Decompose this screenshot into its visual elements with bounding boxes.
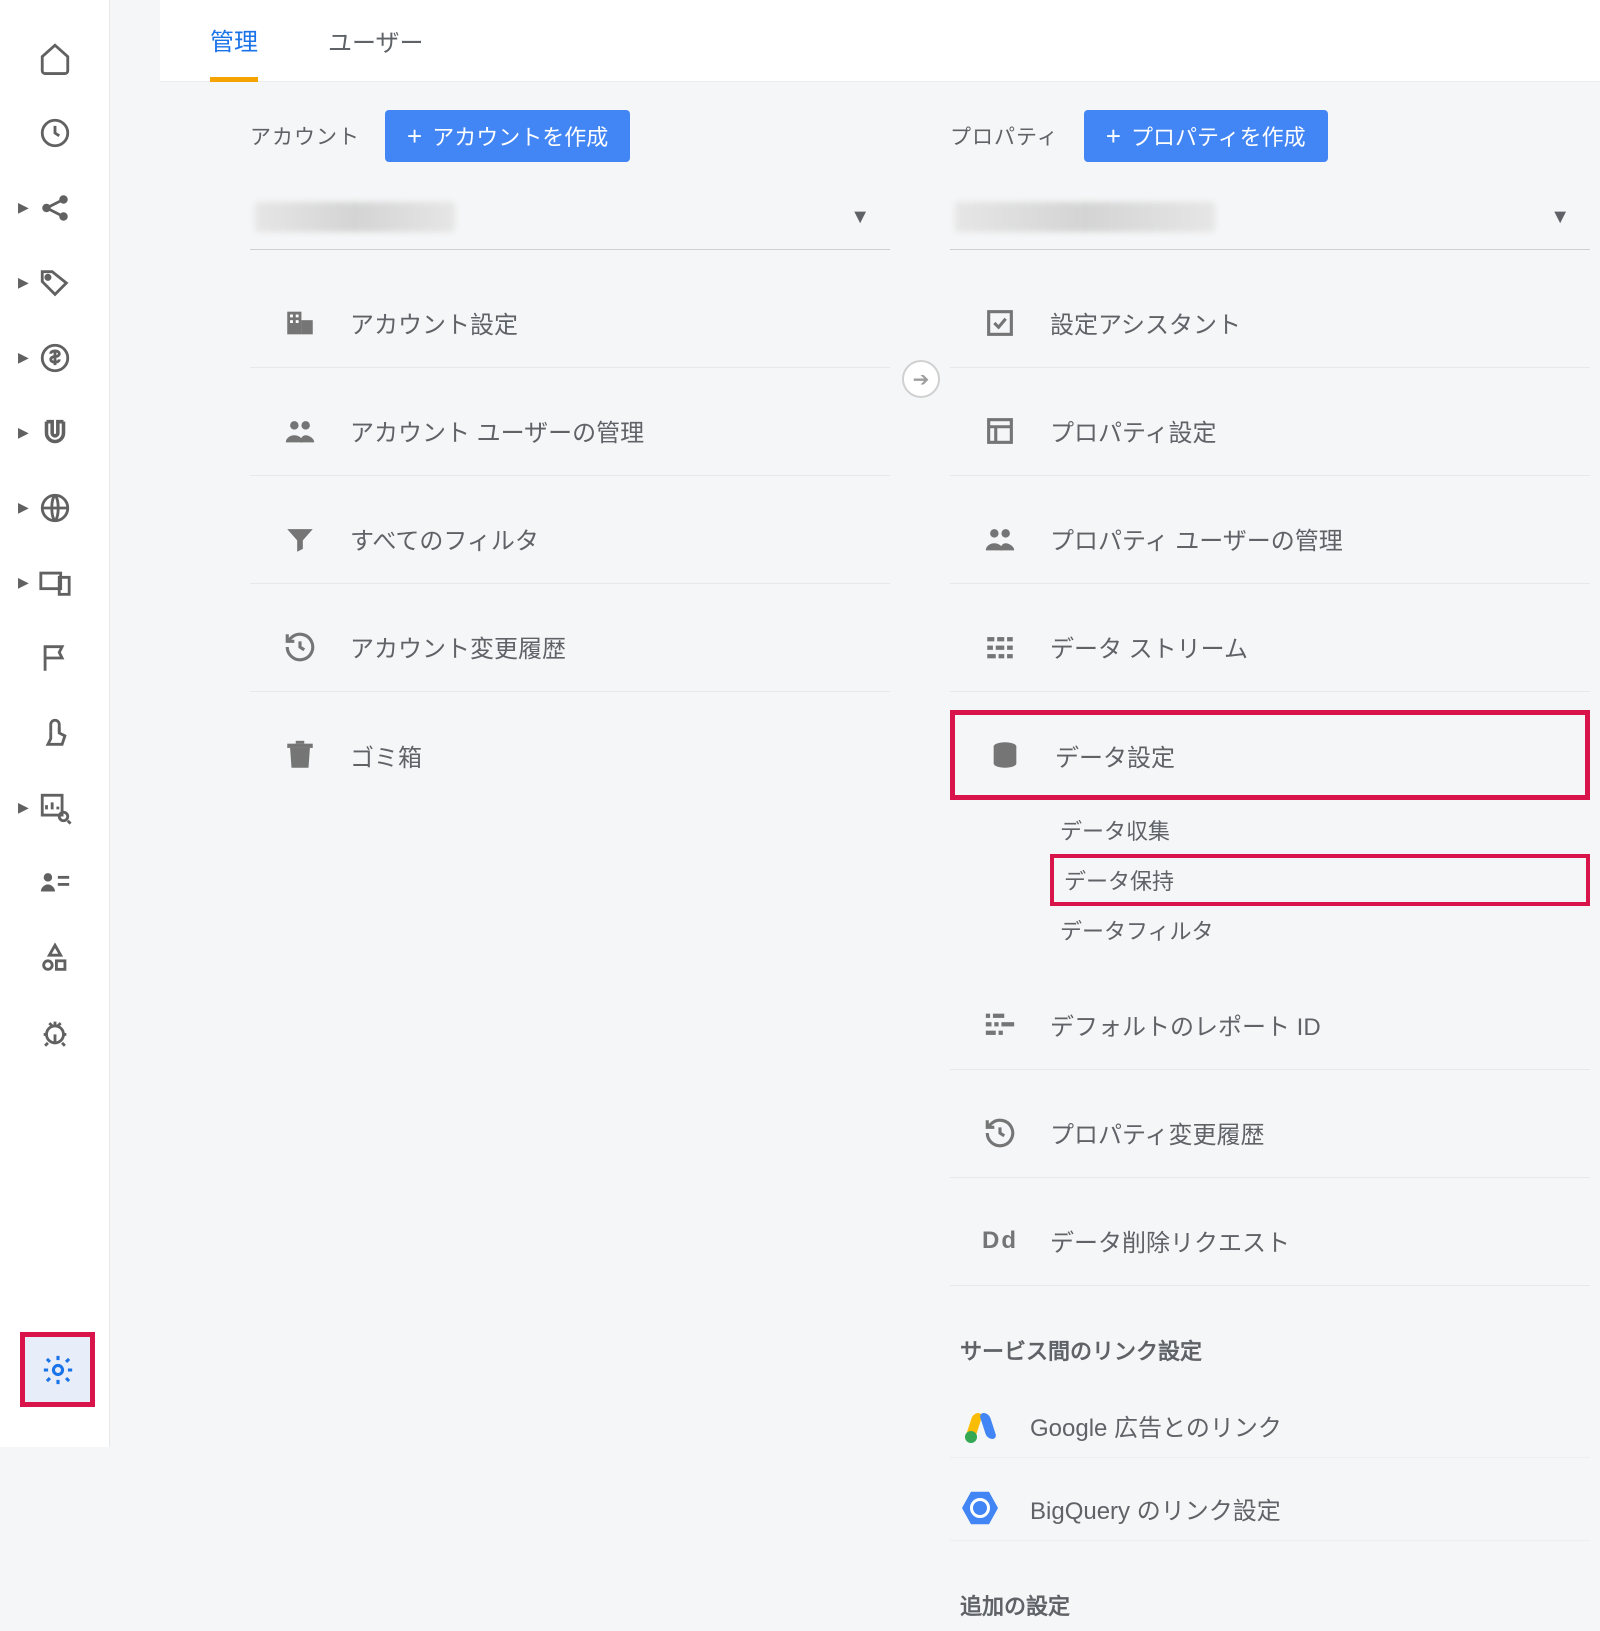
people-list-icon[interactable] — [0, 845, 109, 920]
stream-icon — [980, 630, 1020, 664]
property-assistant-label: 設定アシスタント — [1050, 305, 1241, 340]
property-data-settings-label: データ設定 — [1055, 738, 1175, 773]
dd-icon: Dd — [980, 1227, 1020, 1255]
property-delete-request-label: データ削除リクエスト — [1050, 1223, 1290, 1258]
account-name-blurred — [255, 202, 455, 232]
history-icon — [980, 1116, 1020, 1150]
caret-right-icon: ▶ — [18, 349, 29, 366]
create-account-label: アカウントを作成 — [432, 120, 608, 152]
property-report-id[interactable]: デフォルトのレポート ID — [950, 980, 1590, 1070]
account-user-mgmt-label: アカウント ユーザーの管理 — [350, 413, 644, 448]
column-divider-arrow-icon: ➔ — [902, 360, 940, 398]
account-header: アカウント + アカウントを作成 — [250, 110, 890, 162]
account-settings-label: アカウント設定 — [350, 305, 518, 340]
caret-right-icon: ▶ — [18, 499, 29, 516]
property-name-blurred — [955, 202, 1215, 232]
layout-icon — [980, 414, 1020, 448]
tab-user[interactable]: ユーザー — [328, 0, 424, 81]
property-delete-request[interactable]: Dd データ削除リクエスト — [950, 1196, 1590, 1286]
globe-icon[interactable]: ▶ — [0, 470, 109, 545]
property-data-streams-label: データ ストリーム — [1050, 629, 1248, 664]
account-settings[interactable]: アカウント設定 — [250, 278, 890, 368]
devices-icon[interactable]: ▶ — [0, 545, 109, 620]
property-settings-label: プロパティ設定 — [1050, 413, 1217, 448]
id-icon — [980, 1008, 1020, 1042]
bug-icon[interactable] — [0, 995, 109, 1070]
bigquery-link[interactable]: BigQuery のリンク設定 — [950, 1476, 1590, 1541]
property-settings[interactable]: プロパティ設定 — [950, 386, 1590, 476]
admin-columns: アカウント + アカウントを作成 ▼ アカウント設定 アカウント ユーザーの管理 — [250, 110, 1590, 1631]
caret-right-icon: ▶ — [18, 424, 29, 441]
checklist-icon — [980, 306, 1020, 340]
plus-icon: + — [1106, 123, 1121, 149]
shapes-icon[interactable] — [0, 920, 109, 995]
property-selector[interactable]: ▼ — [950, 185, 1590, 250]
people-icon — [280, 414, 320, 448]
account-trash-label: ゴミ箱 — [350, 738, 422, 773]
property-column-label: プロパティ — [950, 121, 1059, 151]
bigquery-link-label: BigQuery のリンク設定 — [1030, 1491, 1281, 1526]
caret-right-icon: ▶ — [18, 799, 29, 816]
flag-icon[interactable] — [0, 620, 109, 695]
account-filters-label: すべてのフィルタ — [350, 521, 539, 556]
sub-data-filter[interactable]: データフィルタ — [1050, 908, 1590, 952]
account-trash[interactable]: ゴミ箱 — [250, 710, 890, 800]
filter-icon — [280, 522, 320, 556]
property-history-label: プロパティ変更履歴 — [1050, 1115, 1265, 1150]
settings-gear-button[interactable] — [20, 1332, 95, 1407]
property-data-settings[interactable]: データ設定 — [950, 710, 1590, 800]
property-user-mgmt[interactable]: プロパティ ユーザーの管理 — [950, 494, 1590, 584]
sub-data-collection[interactable]: データ収集 — [1050, 808, 1590, 852]
account-user-mgmt[interactable]: アカウント ユーザーの管理 — [250, 386, 890, 476]
account-filters[interactable]: すべてのフィルタ — [250, 494, 890, 584]
caret-right-icon: ▶ — [18, 574, 29, 591]
home-icon[interactable] — [0, 20, 109, 95]
section-linking-title: サービス間のリンク設定 — [950, 1334, 1590, 1366]
account-history-label: アカウント変更履歴 — [350, 629, 566, 664]
property-report-id-label: デフォルトのレポート ID — [1050, 1007, 1321, 1042]
database-icon — [985, 738, 1025, 772]
property-column: ➔ プロパティ + プロパティを作成 ▼ 設定アシスタント プロパティ設定 — [950, 110, 1590, 1631]
section-additional-title: 追加の設定 — [950, 1589, 1590, 1621]
clock-icon[interactable] — [0, 95, 109, 170]
google-ads-link[interactable]: Google 広告とのリンク — [950, 1394, 1590, 1458]
share-icon[interactable]: ▶ — [0, 170, 109, 245]
tag-icon[interactable]: ▶ — [0, 245, 109, 320]
chart-search-icon[interactable]: ▶ — [0, 770, 109, 845]
property-header: プロパティ + プロパティを作成 — [950, 110, 1590, 162]
history-icon — [280, 630, 320, 664]
plus-icon: + — [407, 123, 422, 149]
caret-right-icon: ▶ — [18, 199, 29, 216]
account-selector[interactable]: ▼ — [250, 185, 890, 250]
sub-data-retention[interactable]: データ保持 — [1050, 854, 1590, 906]
property-data-streams[interactable]: データ ストリーム — [950, 602, 1590, 692]
account-column-label: アカウント — [250, 121, 360, 151]
people-icon — [980, 522, 1020, 556]
building-icon — [280, 306, 320, 340]
create-account-button[interactable]: + アカウントを作成 — [385, 110, 630, 162]
dollar-icon[interactable]: ▶ — [0, 320, 109, 395]
dropdown-icon: ▼ — [850, 206, 870, 229]
data-settings-subitems: データ収集 データ保持 データフィルタ — [950, 808, 1590, 952]
create-property-button[interactable]: + プロパティを作成 — [1084, 110, 1328, 162]
property-history[interactable]: プロパティ変更履歴 — [950, 1088, 1590, 1178]
trash-icon — [280, 738, 320, 772]
account-history[interactable]: アカウント変更履歴 — [250, 602, 890, 692]
google-ads-icon — [960, 1411, 1000, 1441]
magnet-icon[interactable]: ▶ — [0, 395, 109, 470]
top-tabs: 管理 ユーザー — [160, 0, 1600, 82]
dropdown-icon: ▼ — [1550, 206, 1570, 229]
property-user-mgmt-label: プロパティ ユーザーの管理 — [1050, 521, 1343, 556]
property-assistant[interactable]: 設定アシスタント — [950, 278, 1590, 368]
create-property-label: プロパティを作成 — [1131, 120, 1306, 152]
bigquery-icon — [960, 1490, 1000, 1526]
touch-icon[interactable] — [0, 695, 109, 770]
google-ads-link-label: Google 広告とのリンク — [1030, 1408, 1282, 1443]
left-rail: ▶ ▶ ▶ ▶ ▶ ▶ ▶ — [0, 0, 110, 1447]
caret-right-icon: ▶ — [18, 274, 29, 291]
tab-admin[interactable]: 管理 — [210, 1, 258, 82]
account-column: アカウント + アカウントを作成 ▼ アカウント設定 アカウント ユーザーの管理 — [250, 110, 890, 1631]
